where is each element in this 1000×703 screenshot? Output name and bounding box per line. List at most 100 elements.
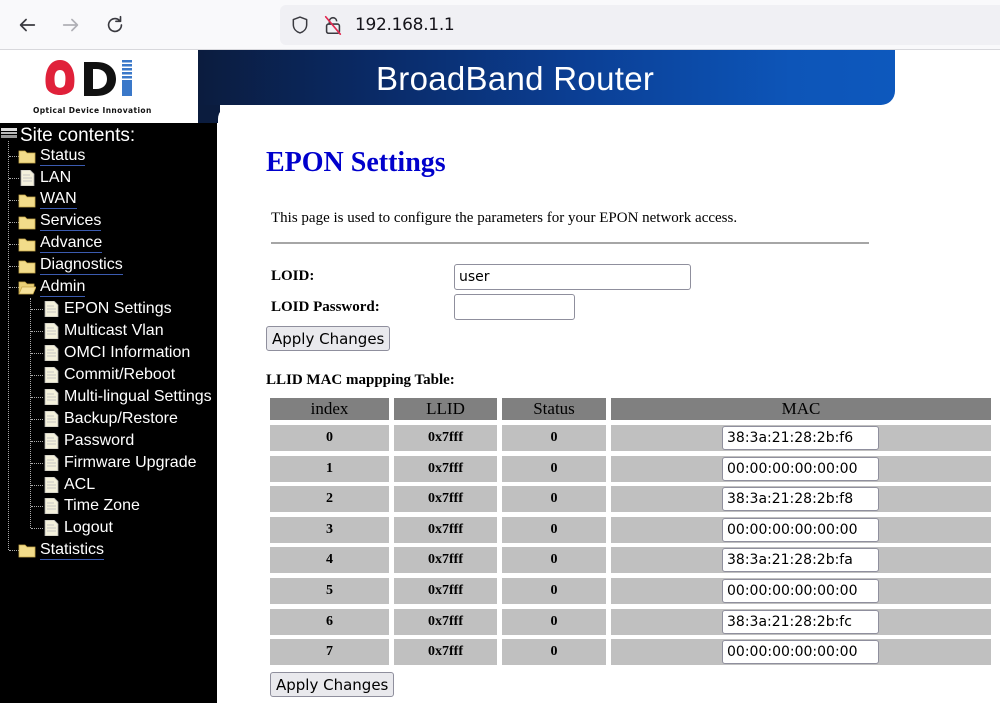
table-cell-index: 3 (270, 516, 389, 543)
mac-input[interactable] (722, 579, 879, 603)
page-icon (42, 519, 60, 537)
sidebar-item-label[interactable]: Logout (64, 519, 113, 537)
table-cell-mac (611, 608, 991, 635)
sidebar-item-status[interactable]: Status (18, 145, 86, 167)
sidebar-item-label[interactable]: Diagnostics (40, 256, 123, 275)
sidebar-item-services[interactable]: Services (18, 211, 102, 233)
reload-button[interactable] (100, 10, 130, 40)
apply-changes-table-button[interactable]: Apply Changes (270, 672, 395, 697)
sidebar-item-password[interactable]: Password (42, 430, 134, 452)
sidebar: Site contents: Status LAN WAN Services Advan… (0, 123, 217, 703)
table-cell-index: 2 (270, 486, 389, 513)
sidebar-item-label[interactable]: Advance (40, 234, 103, 254)
sidebar-item-label[interactable]: OMCI Information (64, 344, 190, 362)
address-bar[interactable]: 192.168.1.1 (280, 5, 1000, 45)
main-content: EPON Settings This page is used to confi… (217, 123, 1000, 703)
forward-button[interactable] (56, 10, 86, 40)
sidebar-item-acl[interactable]: ACL (42, 474, 95, 496)
page-icon (42, 410, 60, 428)
mac-input[interactable] (722, 548, 879, 573)
shield-icon[interactable] (290, 15, 310, 35)
sidebar-item-time-zone[interactable]: Time Zone (42, 495, 140, 517)
sidebar-item-label[interactable]: ACL (64, 476, 95, 494)
sidebar-item-statistics[interactable]: Statistics (18, 539, 105, 561)
loid-password-label: LOID Password: (271, 299, 380, 315)
sidebar-item-label[interactable]: Multi-lingual Settings (64, 388, 212, 406)
table-cell-llid: 0x7fff (394, 455, 497, 482)
cell-value: 0 (550, 613, 558, 629)
mac-input[interactable] (722, 640, 879, 665)
cell-value: 6 (326, 613, 333, 629)
sidebar-item-omci-information[interactable]: OMCI Information (42, 342, 190, 364)
sidebar-item-multicast-vlan[interactable]: Multicast Vlan (42, 320, 164, 342)
tree-line (8, 141, 9, 550)
reload-icon (107, 15, 123, 33)
mac-input[interactable] (722, 426, 879, 450)
mac-input[interactable] (722, 487, 879, 512)
back-button[interactable] (12, 10, 42, 40)
folder-icon (18, 148, 36, 164)
loid-input[interactable] (454, 264, 691, 290)
table-cell-index: 5 (270, 578, 389, 604)
folder-icon (18, 192, 36, 208)
table-cell-mac (611, 455, 991, 482)
mac-input[interactable] (722, 609, 879, 634)
sidebar-item-label[interactable]: Password (64, 432, 134, 450)
page-icon (42, 366, 60, 384)
sidebar-item-firmware-upgrade[interactable]: Firmware Upgrade (42, 452, 196, 474)
mac-input[interactable] (722, 517, 879, 542)
sidebar-item-label[interactable]: Backup/Restore (64, 410, 178, 428)
sidebar-item-label[interactable]: WAN (40, 190, 77, 210)
sidebar-item-diagnostics[interactable]: Diagnostics (18, 255, 123, 277)
table-cell-index: 1 (270, 455, 389, 482)
mac-input[interactable] (722, 456, 879, 481)
folder-open-icon (18, 279, 37, 295)
page-icon (42, 432, 60, 450)
sidebar-item-wan[interactable]: WAN (18, 189, 77, 211)
sidebar-item-commit-reboot[interactable]: Commit/Reboot (42, 364, 175, 386)
sidebar-item-label[interactable]: Multicast Vlan (64, 322, 164, 340)
divider (271, 242, 869, 244)
sidebar-item-label[interactable]: Time Zone (64, 497, 140, 515)
sidebar-item-label[interactable]: Commit/Reboot (64, 366, 175, 384)
sidebar-item-label[interactable]: Statistics (40, 541, 105, 560)
lock-slash-icon[interactable] (322, 14, 344, 36)
table-cell-mac (611, 639, 991, 666)
cell-value: 0 (550, 552, 558, 568)
table-cell-status: 0 (502, 578, 606, 604)
cell-value: 4 (326, 552, 333, 568)
loid-label: LOID: (271, 268, 315, 284)
sidebar-item-label[interactable]: Status (40, 147, 86, 166)
cell-value: 0x7fff (428, 521, 463, 537)
cell-value: 0x7fff (428, 613, 463, 629)
sidebar-item-label[interactable]: Firmware Upgrade (64, 454, 196, 472)
loid-password-input[interactable] (454, 294, 575, 320)
cell-value: 1 (326, 460, 333, 476)
arrow-left-icon (19, 18, 36, 32)
sidebar-item-backup-restore[interactable]: Backup/Restore (42, 408, 178, 430)
url-text[interactable]: 192.168.1.1 (355, 15, 455, 35)
sidebar-item-label[interactable]: Admin (40, 278, 86, 297)
column-header-status: Status (502, 398, 606, 420)
table-cell-llid: 0x7fff (394, 425, 497, 451)
table-cell-status: 0 (502, 608, 606, 635)
llid-table-title: LLID MAC mappping Table: (266, 372, 455, 388)
cell-value: 0 (326, 430, 333, 445)
sidebar-item-logout[interactable]: Logout (42, 517, 113, 539)
sidebar-item-epon-settings[interactable]: EPON Settings (42, 298, 172, 320)
sidebar-item-advance[interactable]: Advance (18, 233, 103, 255)
sidebar-item-label[interactable]: Services (40, 212, 102, 232)
table-cell-status: 0 (502, 516, 606, 543)
sidebar-item-multi-lingual-settings[interactable]: Multi-lingual Settings (42, 386, 212, 408)
folder-icon (18, 236, 36, 252)
table-cell-mac (611, 578, 991, 604)
table-cell-llid: 0x7fff (394, 516, 497, 543)
sidebar-item-lan[interactable]: LAN (18, 167, 71, 189)
sidebar-item-label[interactable]: EPON Settings (64, 300, 172, 318)
sidebar-item-admin[interactable]: Admin (18, 276, 86, 298)
apply-changes-button[interactable]: Apply Changes (266, 326, 391, 351)
page-icon (42, 300, 60, 318)
page-icon (42, 344, 60, 362)
table-cell-llid: 0x7fff (394, 578, 497, 604)
sidebar-item-label[interactable]: LAN (40, 169, 71, 187)
